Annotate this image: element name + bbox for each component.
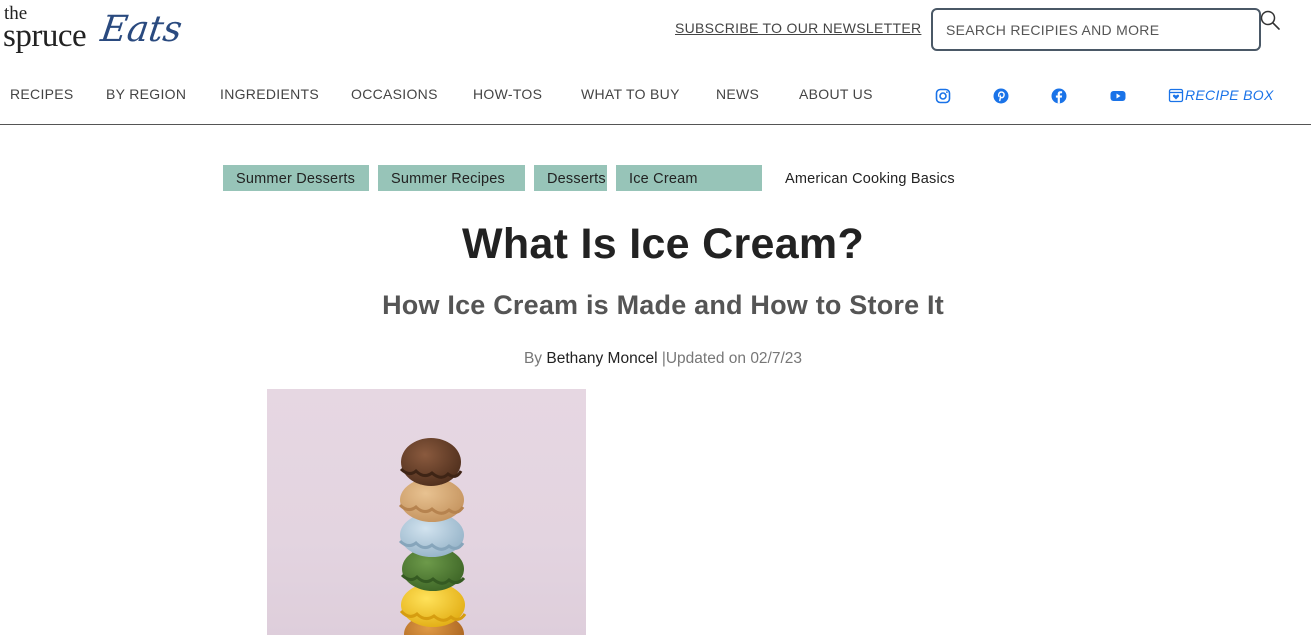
ice-cream-stack-illustration <box>398 438 467 635</box>
recipe-box-label: RECIPE BOX <box>1185 87 1274 103</box>
hero-image <box>267 389 586 635</box>
updated-date: Updated on 02/7/23 <box>665 350 803 367</box>
recipe-box-link[interactable]: RECIPE BOX <box>1168 87 1274 103</box>
byline: By Bethany Moncel |Updated on 02/7/23 <box>0 350 1311 368</box>
article-subtitle: How Ice Cream is Made and How to Store I… <box>382 290 944 320</box>
tag-american-cooking-basics[interactable]: American Cooking Basics <box>785 165 955 191</box>
tag-ice-cream[interactable]: Ice Cream <box>616 165 762 191</box>
search-box <box>931 8 1261 51</box>
logo-text-spruce: spruce <box>3 18 87 54</box>
recipe-box-icon <box>1168 88 1184 103</box>
nav-item-news[interactable]: NEWS <box>716 86 759 102</box>
site-header: the spruce Eats SUBSCRIBE TO OUR NEWSLET… <box>0 0 1311 125</box>
main-nav: RECIPES BY REGION INGREDIENTS OCCASIONS … <box>0 86 900 108</box>
facebook-icon[interactable] <box>1051 88 1067 104</box>
nav-item-recipes[interactable]: RECIPES <box>10 86 74 102</box>
tag-summer-desserts[interactable]: Summer Desserts <box>223 165 369 191</box>
youtube-icon[interactable] <box>1110 88 1126 104</box>
tag-desserts[interactable]: Desserts <box>534 165 607 191</box>
site-logo[interactable]: the spruce Eats <box>3 4 185 56</box>
nav-item-ingredients[interactable]: INGREDIENTS <box>220 86 319 102</box>
nav-item-by-region[interactable]: BY REGION <box>106 86 186 102</box>
nav-item-occasions[interactable]: OCCASIONS <box>351 86 438 102</box>
newsletter-link[interactable]: SUBSCRIBE TO OUR NEWSLETTER <box>675 20 921 36</box>
logo-text-eats: Eats <box>98 9 185 50</box>
search-icon[interactable] <box>1260 10 1282 32</box>
author-link[interactable]: Bethany Moncel <box>546 350 657 367</box>
search-input[interactable] <box>933 10 1259 49</box>
tag-summer-recipes[interactable]: Summer Recipes <box>378 165 525 191</box>
pinterest-icon[interactable] <box>993 88 1009 104</box>
nav-item-about-us[interactable]: ABOUT US <box>799 86 873 102</box>
nav-item-what-to-buy[interactable]: WHAT TO BUY <box>581 86 680 102</box>
byline-prefix: By <box>523 350 543 367</box>
instagram-icon[interactable] <box>935 88 951 104</box>
nav-item-how-tos[interactable]: HOW-TOS <box>473 86 542 102</box>
article-title: What Is Ice Cream? <box>461 220 865 268</box>
